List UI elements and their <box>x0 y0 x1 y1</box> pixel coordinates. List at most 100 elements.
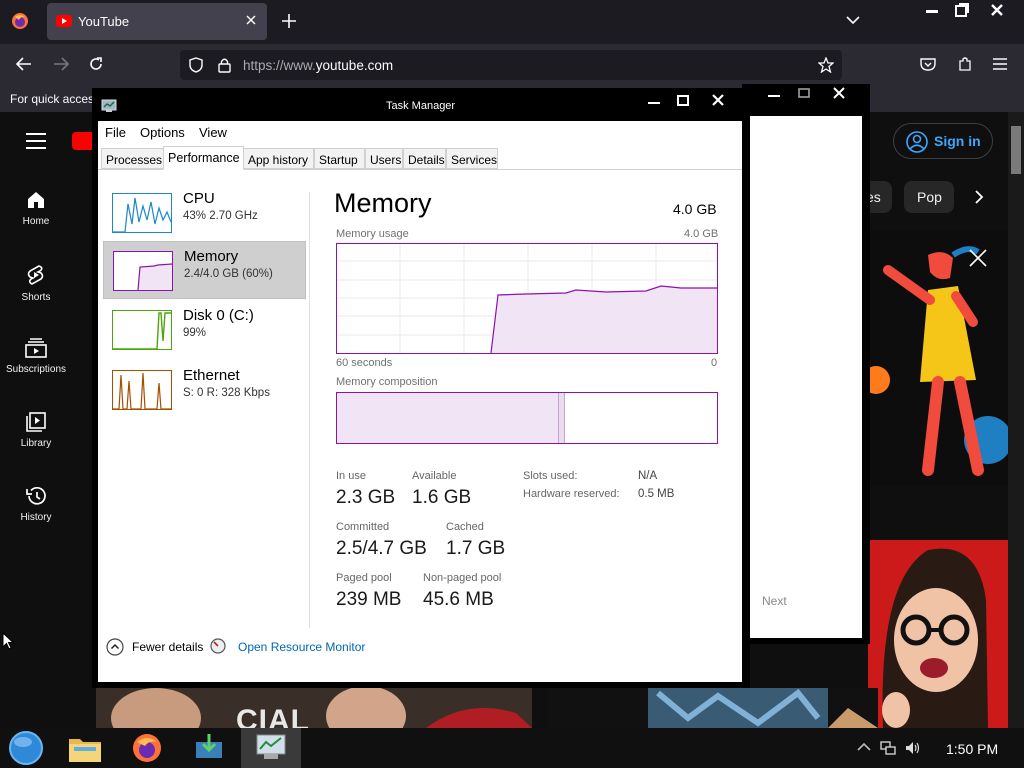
usage-graph-label: Memory usage <box>336 228 409 240</box>
shield-icon[interactable] <box>189 57 203 73</box>
account-icon <box>906 131 928 153</box>
composition-in-use <box>337 393 559 443</box>
video-thumbnail-animation[interactable] <box>868 230 1008 486</box>
tab-list-chevron-icon[interactable] <box>846 15 860 25</box>
scrollbar-thumb[interactable] <box>1011 126 1021 174</box>
forward-icon[interactable] <box>53 57 69 71</box>
page-scrollbar[interactable] <box>1008 112 1024 728</box>
url-bar[interactable]: https://www.youtube.com <box>180 50 842 80</box>
memory-capacity: 4.0 GB <box>673 201 717 217</box>
download-app-icon[interactable] <box>194 732 224 762</box>
window-restore-icon[interactable] <box>955 3 969 17</box>
video-thumbnail-bottom-left[interactable]: CIAL <box>96 688 532 728</box>
network-icon[interactable] <box>880 741 896 756</box>
url-text[interactable]: https://www.youtube.com <box>243 58 393 73</box>
reload-icon[interactable] <box>88 56 104 72</box>
browser-tab-bar: YouTube <box>0 0 1024 44</box>
yt-nav-label: Library <box>20 438 52 449</box>
video-thumbnail-bottom-mid[interactable] <box>548 688 878 728</box>
stat-cached-label: Cached <box>446 521 484 533</box>
sign-in-label: Sign in <box>934 133 981 149</box>
task-manager-taskbar-button[interactable] <box>241 728 301 768</box>
tab-app-history[interactable]: App history <box>243 148 314 169</box>
sidebar-item-memory[interactable]: Memory 2.4/4.0 GB (60%) <box>103 241 306 299</box>
open-resource-monitor-link[interactable]: Open Resource Monitor <box>238 640 365 654</box>
stat-available-value: 1.6 GB <box>412 487 472 508</box>
firefox-taskbar-icon[interactable] <box>131 732 163 764</box>
extensions-icon[interactable] <box>957 56 973 72</box>
yt-nav-shorts[interactable]: Shorts <box>0 264 72 303</box>
chip-label: Pop <box>917 189 942 205</box>
win2-close-icon[interactable] <box>833 87 845 99</box>
firefox-menu-icon[interactable] <box>11 12 29 30</box>
tm-minimize-icon[interactable] <box>648 102 660 105</box>
mouse-cursor-icon <box>2 632 14 650</box>
tray-expand-icon[interactable] <box>857 742 871 751</box>
fewer-details-button[interactable]: Fewer details <box>106 637 216 657</box>
window-close-icon[interactable] <box>990 3 1004 17</box>
next-button[interactable]: Next <box>762 594 787 608</box>
tab-processes[interactable]: Processes <box>101 148 164 169</box>
win2-minimize-icon[interactable] <box>768 95 782 99</box>
sidebar-item-ethernet[interactable]: Ethernet S: 0 R: 328 Kbps <box>103 361 306 419</box>
memory-usage-graph <box>336 243 718 354</box>
menu-view[interactable]: View <box>199 125 227 140</box>
chips-next-chevron-icon[interactable] <box>974 189 984 205</box>
lock-icon[interactable] <box>218 57 231 73</box>
yt-nav-history[interactable]: History <box>0 486 72 523</box>
yt-nav-library[interactable]: Library <box>0 412 72 449</box>
sign-in-button[interactable]: Sign in <box>893 123 993 159</box>
taskbar-clock[interactable]: 1:50 PM <box>946 741 998 757</box>
tab-startup[interactable]: Startup <box>314 148 365 169</box>
task-manager-taskbar-icon <box>255 732 287 762</box>
stat-cached-value: 1.7 GB <box>446 538 506 559</box>
sidebar-item-cpu[interactable]: CPU 43% 2.70 GHz <box>103 184 306 242</box>
pocket-icon[interactable] <box>920 57 936 71</box>
video-thumbnail-face[interactable] <box>868 540 1008 728</box>
tm-close-icon[interactable] <box>712 94 724 106</box>
dismiss-icon[interactable] <box>968 248 988 268</box>
sidebar-name: Disk 0 (C:) <box>183 307 254 324</box>
tab-users[interactable]: Users <box>365 148 403 169</box>
ethernet-thumbnail-graph <box>112 370 172 410</box>
stat-hw-value: 0.5 MB <box>638 488 675 500</box>
win2-content: Next <box>750 116 862 638</box>
window-minimize-icon[interactable] <box>926 10 940 14</box>
tab-services[interactable]: Services <box>446 148 498 169</box>
sidebar-sub: S: 0 R: 328 Kbps <box>183 387 270 399</box>
volume-icon[interactable] <box>905 741 921 755</box>
win2-maximize-icon[interactable] <box>798 88 810 98</box>
shorts-icon <box>27 265 44 285</box>
app-menu-icon[interactable] <box>993 58 1007 70</box>
stat-nonpaged-label: Non-paged pool <box>423 572 502 584</box>
sidebar-name: Ethernet <box>183 367 240 384</box>
bookmark-star-icon[interactable] <box>818 57 834 73</box>
new-tab-icon[interactable] <box>282 14 296 28</box>
thumbnail-caption: CIAL <box>236 704 310 728</box>
tab-performance[interactable]: Performance <box>163 146 244 170</box>
yt-nav-label: History <box>20 512 52 523</box>
chip-pop[interactable]: Pop <box>904 181 954 213</box>
composition-label: Memory composition <box>336 376 438 388</box>
sidebar-item-disk[interactable]: Disk 0 (C:) 99% <box>103 301 306 359</box>
task-manager-title: Task Manager <box>386 100 456 112</box>
back-icon[interactable] <box>16 57 32 71</box>
menu-file[interactable]: File <box>105 125 126 140</box>
panel-heading: Memory <box>334 188 432 218</box>
task-manager-window: Task Manager File Options View Processes… <box>92 88 750 688</box>
youtube-logo-icon[interactable] <box>72 132 92 150</box>
sidebar-name: Memory <box>184 248 239 265</box>
tab-details[interactable]: Details <box>403 148 446 169</box>
task-manager-titlebar[interactable]: Task Manager <box>92 88 750 118</box>
hamburger-menu-icon[interactable] <box>26 133 46 149</box>
chevron-up-circle-icon <box>106 638 124 656</box>
menu-options[interactable]: Options <box>140 125 185 140</box>
yt-nav-home[interactable]: Home <box>0 190 72 227</box>
browser-tab-youtube[interactable]: YouTube <box>47 3 267 40</box>
tm-maximize-icon[interactable] <box>677 95 689 106</box>
tab-close-icon[interactable] <box>245 14 257 26</box>
task-manager-app-icon <box>101 99 117 113</box>
start-orb-icon[interactable] <box>7 730 45 766</box>
yt-nav-subscriptions[interactable]: Subscriptions <box>0 338 72 375</box>
file-explorer-icon[interactable] <box>68 733 102 763</box>
